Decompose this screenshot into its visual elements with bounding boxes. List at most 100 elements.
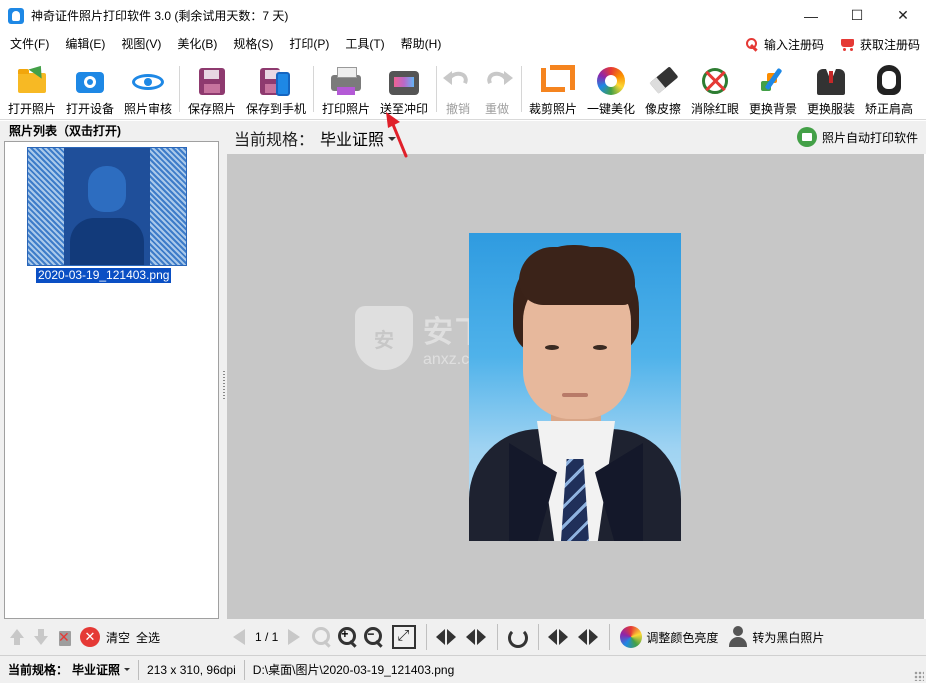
view-toolbar: 1 / 1 + − 调整颜色亮度 转为黑白照片 bbox=[227, 619, 926, 655]
redo-button[interactable]: 重做 bbox=[478, 58, 516, 118]
black-white-button[interactable]: 转为黑白照片 bbox=[752, 629, 824, 646]
suit-icon bbox=[813, 63, 849, 99]
key-icon bbox=[745, 37, 760, 52]
title-bar: 神奇证件照片打印软件 3.0 (剩余试用天数：7 天) — ☐ ✕ bbox=[0, 0, 926, 31]
flip-horizontal-icon[interactable] bbox=[547, 627, 569, 647]
correct-shoulders-button[interactable]: 矫正肩高 bbox=[861, 58, 917, 118]
delete-photo-icon[interactable] bbox=[56, 627, 74, 647]
open-folder-icon bbox=[14, 61, 50, 99]
thumbnail-filename[interactable]: 2020-03-19_121403.png bbox=[36, 268, 172, 283]
main-toolbar: 打开照片 打开设备 照片审核 保存照片 保存到手机 打印照片 送至冲印 撤销 重… bbox=[0, 58, 926, 120]
undo-label: 撤销 bbox=[445, 102, 470, 116]
crop-icon bbox=[535, 63, 575, 99]
open-photo-button[interactable]: 打开照片 bbox=[4, 58, 60, 118]
eraser-label: 像皮擦 bbox=[644, 102, 681, 116]
eraser-button[interactable]: 像皮擦 bbox=[641, 58, 685, 118]
undo-icon bbox=[440, 63, 476, 99]
auto-print-label: 照片自动打印软件 bbox=[821, 130, 918, 145]
enter-registration-link[interactable]: 输入注册码 bbox=[745, 36, 824, 53]
save-photo-label: 保存照片 bbox=[187, 102, 236, 116]
one-click-beautify-button[interactable]: 一键美化 bbox=[583, 58, 639, 118]
zoom-out-icon[interactable]: − bbox=[364, 627, 384, 647]
change-clothes-button[interactable]: 更换服装 bbox=[803, 58, 859, 118]
next-page-icon[interactable] bbox=[288, 629, 301, 645]
status-spec-selector[interactable]: 当前规格： 毕业证照 bbox=[0, 659, 140, 680]
menu-spec[interactable]: 规格(S) bbox=[225, 31, 281, 58]
print-photo-button[interactable]: 打印照片 bbox=[318, 58, 374, 118]
rotate-icon[interactable] bbox=[506, 626, 529, 648]
clear-button[interactable]: 清空 bbox=[106, 629, 130, 646]
send-to-print-button[interactable]: 送至冲印 bbox=[376, 58, 432, 118]
move-up-icon[interactable] bbox=[8, 628, 26, 646]
status-bar: 当前规格： 毕业证照 213 x 310, 96dpi D:\桌面\图片\202… bbox=[0, 655, 926, 683]
save-to-phone-button[interactable]: 保存到手机 bbox=[244, 58, 308, 118]
photo-list-header: 照片列表（双击打开) bbox=[0, 121, 222, 141]
resize-grip-icon[interactable] bbox=[914, 671, 924, 681]
change-background-button[interactable]: 更换背景 bbox=[745, 58, 801, 118]
window-controls: — ☐ ✕ bbox=[788, 0, 926, 31]
spec-header: 当前规格： 毕业证照 照片自动打印软件 bbox=[227, 121, 926, 154]
menu-view[interactable]: 视图(V) bbox=[113, 31, 169, 58]
status-spec-value: 毕业证照 bbox=[72, 662, 121, 677]
photo-printer-icon bbox=[386, 63, 422, 99]
head-silhouette-icon bbox=[871, 63, 907, 99]
photo-canvas[interactable]: 安 安下载 anxz.com bbox=[227, 154, 924, 619]
minimize-button[interactable]: — bbox=[788, 0, 834, 31]
person-icon[interactable] bbox=[728, 626, 748, 648]
previous-page-icon[interactable] bbox=[233, 629, 245, 645]
close-button[interactable]: ✕ bbox=[880, 0, 926, 31]
redo-label: 重做 bbox=[484, 102, 509, 116]
auto-print-icon bbox=[796, 127, 817, 147]
toolbar-separator bbox=[436, 66, 437, 112]
menu-beautify[interactable]: 美化(B) bbox=[169, 31, 225, 58]
zoom-icon[interactable] bbox=[312, 627, 332, 647]
toolbar-separator bbox=[313, 66, 314, 112]
auto-print-link[interactable]: 照片自动打印软件 bbox=[796, 127, 918, 147]
rotate-left-icon[interactable] bbox=[435, 627, 457, 647]
undo-button[interactable]: 撤销 bbox=[440, 58, 476, 118]
remove-redeye-button[interactable]: 消除红眼 bbox=[687, 58, 743, 118]
flip-vertical-icon[interactable] bbox=[577, 627, 599, 647]
save-phone-icon bbox=[258, 63, 294, 99]
cart-icon bbox=[838, 37, 856, 52]
spec-label: 当前规格： bbox=[234, 131, 315, 149]
watermark-shield-icon: 安 bbox=[355, 306, 413, 370]
menu-print[interactable]: 打印(P) bbox=[281, 31, 337, 58]
maximize-button[interactable]: ☐ bbox=[834, 0, 880, 31]
color-wheel-icon bbox=[593, 63, 629, 99]
save-disk-icon bbox=[194, 63, 230, 99]
adjust-color-button[interactable]: 调整颜色亮度 bbox=[646, 629, 718, 646]
camera-icon bbox=[72, 63, 108, 99]
remove-all-icon[interactable]: ✕ bbox=[80, 627, 100, 647]
get-registration-label: 获取注册码 bbox=[859, 38, 920, 52]
review-photo-button[interactable]: 照片审核 bbox=[120, 58, 176, 118]
zoom-in-icon[interactable]: + bbox=[338, 627, 358, 647]
menu-edit[interactable]: 编辑(E) bbox=[57, 31, 113, 58]
menu-help[interactable]: 帮助(H) bbox=[393, 31, 450, 58]
status-file-path: D:\桌面\图片\2020-03-19_121403.png bbox=[252, 662, 455, 677]
photo-list-actions: ✕ 清空 全选 bbox=[0, 619, 222, 655]
select-all-button[interactable]: 全选 bbox=[136, 629, 160, 646]
get-registration-link[interactable]: 获取注册码 bbox=[838, 36, 920, 53]
photo-list[interactable]: 2020-03-19_121403.png bbox=[4, 141, 219, 619]
menu-tools[interactable]: 工具(T) bbox=[337, 31, 392, 58]
page-indicator: 1 / 1 bbox=[255, 630, 279, 644]
photo-thumbnail[interactable] bbox=[27, 147, 187, 266]
window-title: 神奇证件照片打印软件 3.0 (剩余试用天数：7 天) bbox=[31, 9, 289, 23]
move-down-icon[interactable] bbox=[32, 628, 50, 646]
redo-icon bbox=[479, 63, 515, 99]
fit-to-window-icon[interactable] bbox=[392, 625, 417, 649]
status-spec-label: 当前规格： bbox=[8, 662, 69, 677]
change-background-label: 更换背景 bbox=[748, 102, 797, 116]
crop-photo-button[interactable]: 裁剪照片 bbox=[525, 58, 581, 118]
change-clothes-label: 更换服装 bbox=[806, 102, 855, 116]
menu-file[interactable]: 文件(F) bbox=[0, 31, 57, 58]
toolbar-separator bbox=[609, 624, 611, 650]
id-photo[interactable] bbox=[469, 233, 681, 541]
rotate-right-icon[interactable] bbox=[465, 627, 487, 647]
open-device-button[interactable]: 打开设备 bbox=[62, 58, 118, 118]
enter-registration-label: 输入注册码 bbox=[763, 38, 824, 52]
save-photo-button[interactable]: 保存照片 bbox=[184, 58, 240, 118]
spec-dropdown[interactable]: 毕业证照 bbox=[320, 126, 384, 150]
color-adjust-icon[interactable] bbox=[620, 626, 643, 648]
